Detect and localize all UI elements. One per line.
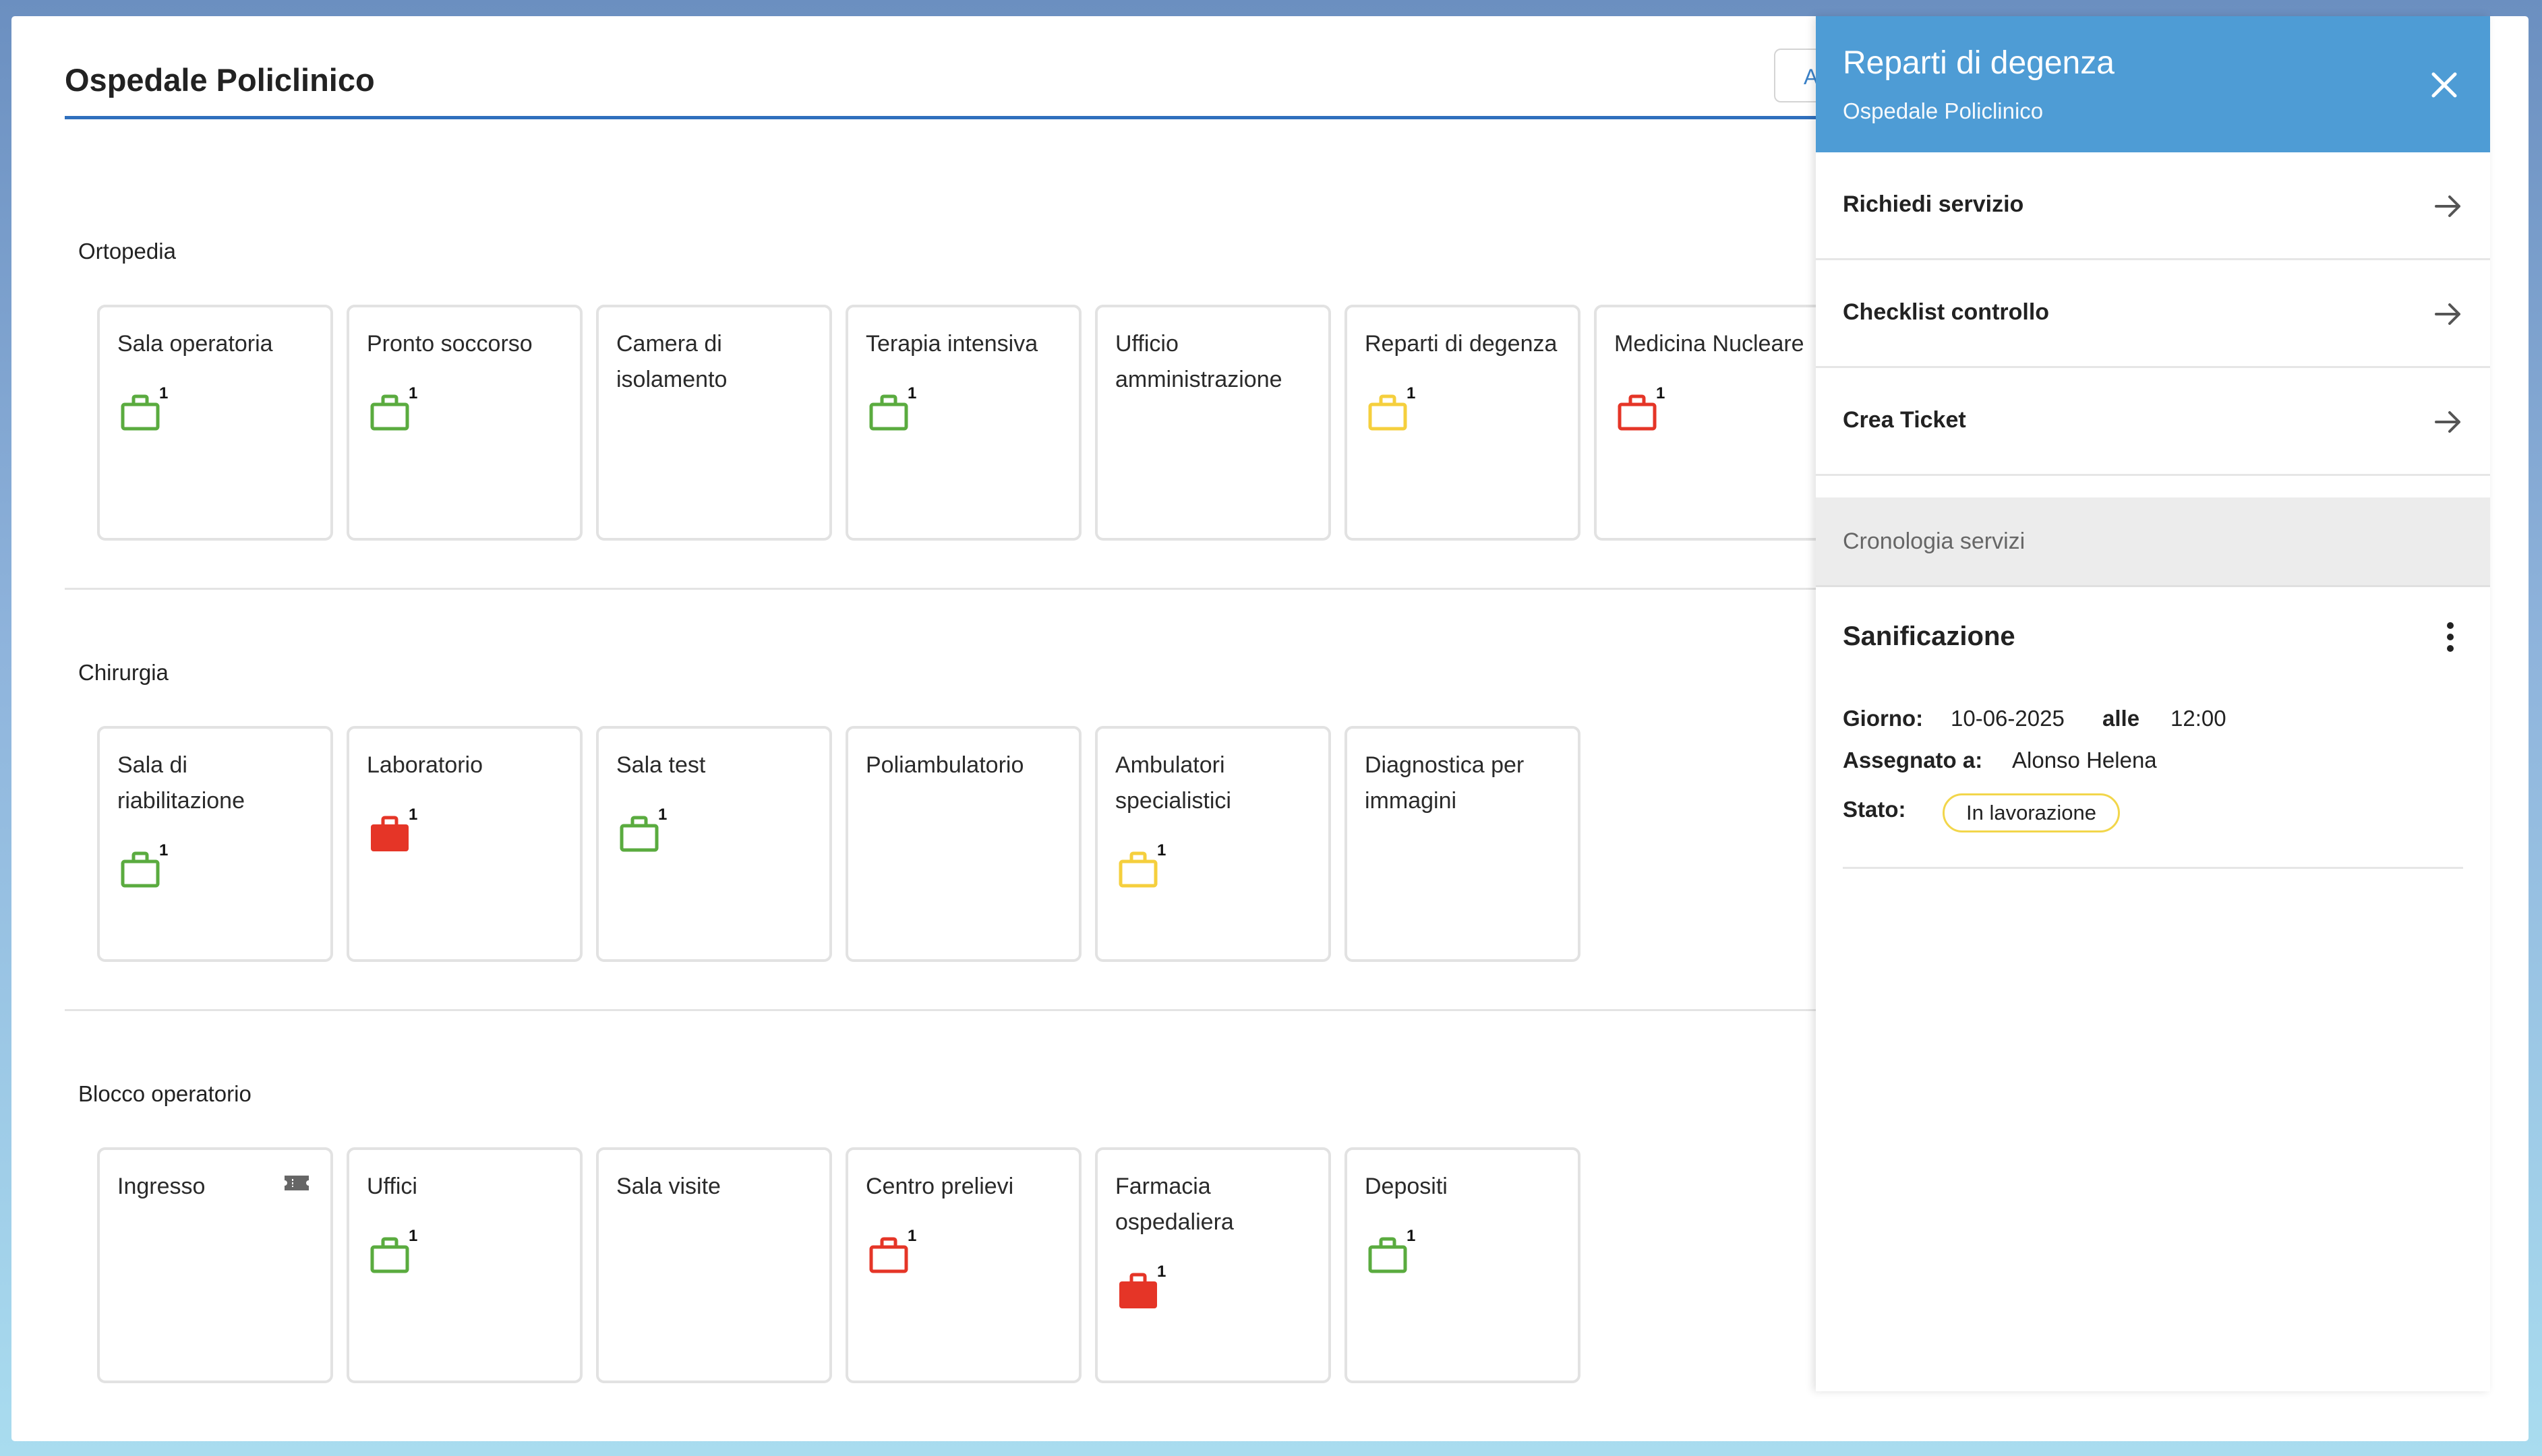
room-card[interactable]: Sala test 1 xyxy=(596,726,832,962)
room-card[interactable]: Terapia intensiva 1 xyxy=(846,305,1082,541)
room-card[interactable]: Camera di isolamento xyxy=(596,305,832,541)
action-richiedi-servizio[interactable]: Richiedi servizio xyxy=(1816,152,2490,260)
day-value: 10-06-2025 xyxy=(1951,706,2065,731)
room-name: Depositi xyxy=(1365,1174,1448,1199)
room-card[interactable]: Laboratorio 1 xyxy=(347,726,583,962)
section-title: Chirurgia xyxy=(78,660,169,685)
count-badge: 1 xyxy=(409,384,418,402)
detail-status: Stato: xyxy=(1843,797,1906,822)
count-badge: 1 xyxy=(1407,1227,1416,1245)
section-title: Blocco operatorio xyxy=(78,1081,252,1106)
action-checklist-controllo[interactable]: Checklist controllo xyxy=(1816,260,2490,368)
room-name: Camera di isolamento xyxy=(616,331,728,392)
count-badge: 1 xyxy=(908,384,917,402)
day-label: Giorno: xyxy=(1843,706,1924,731)
count-badge: 1 xyxy=(908,1227,917,1245)
assignee-label: Assegnato a: xyxy=(1843,748,1983,772)
room-name: Ufficio amministrazione xyxy=(1115,331,1282,392)
history-header: Cronologia servizi xyxy=(1816,497,2490,587)
count-badge: 1 xyxy=(159,841,169,859)
room-name: Sala operatoria xyxy=(117,331,273,357)
count-badge: 1 xyxy=(1656,384,1665,402)
title-underline xyxy=(65,116,1845,119)
room-name: Ambulatori specialistici xyxy=(1115,752,1231,814)
close-icon[interactable] xyxy=(2429,70,2459,100)
history-label: Cronologia servizi xyxy=(1843,528,2026,554)
room-name: Terapia intensiva xyxy=(866,331,1038,357)
count-badge: 1 xyxy=(409,806,418,824)
count-badge: 1 xyxy=(159,384,169,402)
time-value: 12:00 xyxy=(2170,706,2226,731)
status-label: Stato: xyxy=(1843,797,1906,822)
status-badge: In lavorazione xyxy=(1943,793,2120,832)
room-name: Pronto soccorso xyxy=(367,331,533,357)
detail-assignee: Assegnato a: Alonso Helena xyxy=(1843,748,2157,773)
service-title: Sanificazione xyxy=(1843,621,2015,651)
action-crea-ticket[interactable]: Crea Ticket xyxy=(1816,368,2490,476)
room-name: Farmacia ospedaliera xyxy=(1115,1174,1234,1235)
section-divider xyxy=(65,588,1845,590)
count-badge: 1 xyxy=(409,1227,418,1245)
panel-subtitle: Ospedale Policlinico xyxy=(1843,98,2044,123)
room-card[interactable]: Ambulatori specialistici 1 xyxy=(1095,726,1331,962)
service-divider xyxy=(1843,867,2463,869)
count-badge: 1 xyxy=(1157,1263,1166,1281)
room-card[interactable]: Pronto soccorso 1 xyxy=(347,305,583,541)
kebab-menu-icon[interactable] xyxy=(2444,620,2456,657)
room-card[interactable]: Ingresso xyxy=(97,1147,333,1383)
assignee-value: Alonso Helena xyxy=(2012,748,2157,772)
room-name: Uffici xyxy=(367,1174,417,1199)
room-card[interactable]: Uffici 1 xyxy=(347,1147,583,1383)
room-card[interactable]: Ufficio amministrazione xyxy=(1095,305,1331,541)
panel-header: Reparti di degenza Ospedale Policlinico xyxy=(1816,16,2490,152)
room-name: Sala di riabilitazione xyxy=(117,752,245,814)
room-card[interactable]: Diagnostica per immagini xyxy=(1344,726,1580,962)
count-badge: 1 xyxy=(658,806,668,824)
page-title: Ospedale Policlinico xyxy=(65,62,375,98)
arrow-right-icon xyxy=(2433,299,2463,332)
detail-day: Giorno: 10-06-2025 alle 12:00 xyxy=(1843,706,2226,731)
action-label: Crea Ticket xyxy=(1843,407,1966,433)
action-label: Checklist controllo xyxy=(1843,299,2050,325)
count-badge: 1 xyxy=(1157,841,1166,859)
section-title: Ortopedia xyxy=(78,239,176,264)
room-card[interactable]: Farmacia ospedaliera 1 xyxy=(1095,1147,1331,1383)
room-card[interactable]: Depositi 1 xyxy=(1344,1147,1580,1383)
section-divider xyxy=(65,1009,1845,1011)
room-name: Poliambulatorio xyxy=(866,752,1024,778)
room-name: Centro prelievi xyxy=(866,1174,1014,1199)
room-name: Sala visite xyxy=(616,1174,721,1199)
action-label: Richiedi servizio xyxy=(1843,191,2024,217)
room-name: Reparti di degenza xyxy=(1365,331,1558,357)
panel-title: Reparti di degenza xyxy=(1843,45,2115,81)
side-panel: Reparti di degenza Ospedale Policlinico … xyxy=(1816,16,2490,1391)
room-card[interactable]: Centro prelievi 1 xyxy=(846,1147,1082,1383)
count-badge: 1 xyxy=(1407,384,1416,402)
room-name: Laboratorio xyxy=(367,752,483,778)
room-card[interactable]: Reparti di degenza 1 xyxy=(1344,305,1580,541)
room-card[interactable]: Sala di riabilitazione 1 xyxy=(97,726,333,962)
room-card[interactable]: Medicina Nucleare 1 xyxy=(1594,305,1830,541)
main-content: Ospedale Policlinico Az OrtopediaSala op… xyxy=(11,16,1882,1441)
room-card[interactable]: Sala visite xyxy=(596,1147,832,1383)
room-name: Medicina Nucleare xyxy=(1614,331,1804,357)
arrow-right-icon xyxy=(2433,191,2463,224)
arrow-right-icon xyxy=(2433,407,2463,440)
room-name: Sala test xyxy=(616,752,706,778)
room-name: Diagnostica per immagini xyxy=(1365,752,1525,814)
room-card[interactable]: Poliambulatorio xyxy=(846,726,1082,962)
ticket-icon xyxy=(283,1173,310,1196)
time-label: alle xyxy=(2102,706,2140,731)
room-card[interactable]: Sala operatoria 1 xyxy=(97,305,333,541)
